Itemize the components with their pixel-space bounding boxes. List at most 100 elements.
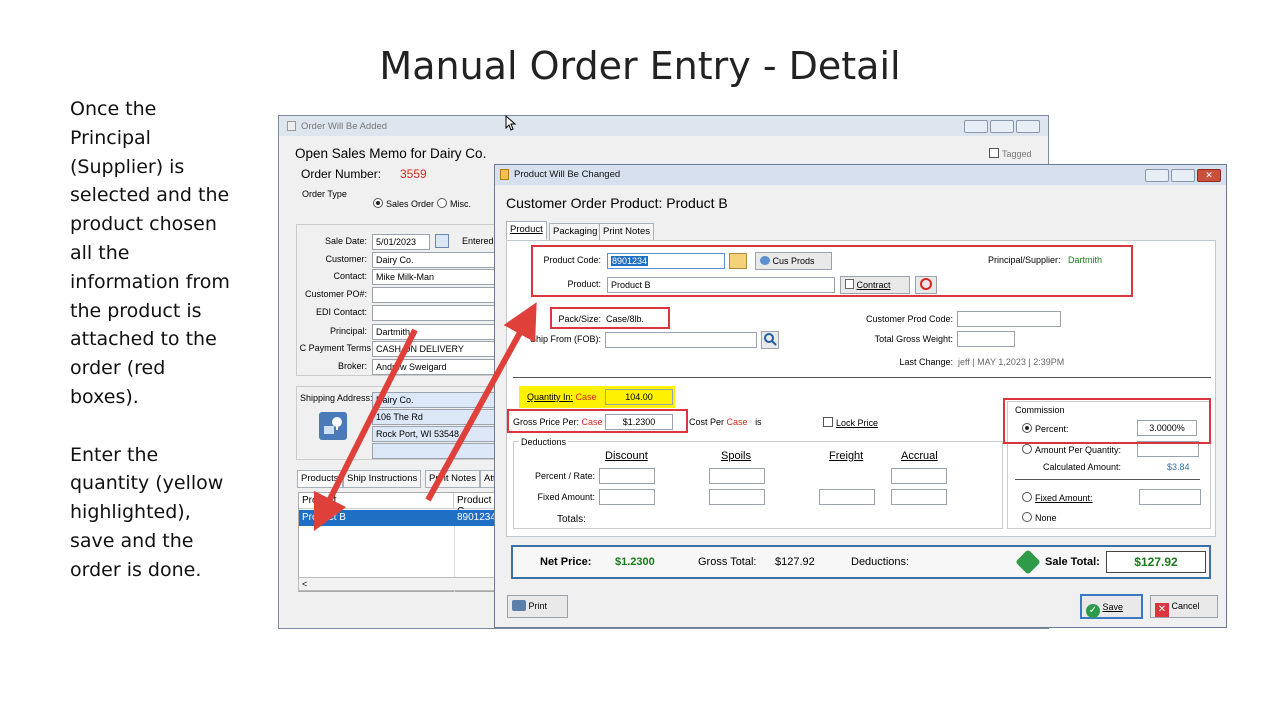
customer-label: Customer: [325, 254, 367, 264]
tagged-label: Tagged [1002, 149, 1032, 159]
order-type-sales-radio[interactable]: Sales Order [373, 198, 434, 209]
order-type-label: Order Type [302, 189, 347, 199]
calculated-amount-value: $3.84 [1167, 462, 1190, 472]
amount-per-quantity-radio[interactable]: Amount Per Quantity: [1022, 444, 1121, 455]
broker-field[interactable]: Andrew Sweigard [372, 359, 496, 375]
percent-rate-label: Percent / Rate: [534, 471, 595, 481]
caption-line: information from [70, 270, 230, 293]
tab-print-notes[interactable]: Print Notes [425, 470, 480, 488]
caption-line: highlighted), [70, 501, 191, 524]
net-price-label: Net Price: [540, 556, 592, 568]
mouse-cursor-icon [505, 115, 517, 131]
ship-address-line1[interactable]: Dairy Co. [372, 392, 496, 408]
slide-caption: Once the Principal (Supplier) is selected a… [70, 95, 270, 585]
grid-cell-product-code: 8901234 [457, 512, 496, 523]
tab-ship-instructions[interactable]: Ship Instructions [343, 470, 422, 488]
tab-print-notes[interactable]: Print Notes [599, 223, 654, 241]
grid-header-product[interactable]: Product [299, 493, 454, 509]
maximize-button[interactable] [990, 120, 1014, 133]
caption-line: order is done. [70, 558, 202, 581]
customer-prod-code-field[interactable] [957, 311, 1061, 327]
calendar-icon[interactable] [435, 234, 449, 248]
gross-total-label: Gross Total: [698, 556, 757, 568]
caption-line: all the [70, 241, 130, 264]
caption-line: Once the [70, 98, 157, 120]
totals-label: Totals: [557, 514, 586, 525]
caption-line: product chosen [70, 213, 217, 236]
edi-contact-label: EDI Contact: [315, 307, 367, 317]
horizontal-scrollbar[interactable]: < [298, 577, 498, 591]
order-number: 3559 [400, 167, 427, 181]
payment-terms-field[interactable]: CASH ON DELIVERY [372, 341, 496, 357]
cost-per-label: Cost Per Case is [689, 417, 762, 427]
caption-line: (Supplier) is [70, 155, 185, 178]
minimize-button[interactable] [964, 120, 988, 133]
total-gross-weight-field[interactable] [957, 331, 1015, 347]
deduction-header-discount: Discount [605, 450, 648, 462]
caption-line: Enter the [70, 443, 159, 466]
freight-fixed-field[interactable] [819, 489, 875, 505]
lock-price-checkbox[interactable]: Lock Price [823, 417, 878, 428]
customer-field[interactable]: Dairy Co. [372, 252, 496, 268]
tab-products[interactable]: Products [297, 470, 343, 488]
payment-terms-label: C Payment Terms [299, 343, 371, 353]
gross-total-value: $127.92 [775, 556, 815, 568]
principal-field[interactable]: Dartmith [372, 324, 496, 340]
product-window-titlebar: Product Will Be Changed ✕ [495, 165, 1226, 185]
ship-from-search-button[interactable] [761, 331, 779, 349]
ship-address-line2[interactable]: 106 The Rd [372, 409, 496, 425]
none-radio[interactable]: None [1022, 512, 1057, 523]
save-button[interactable]: ✓ Save [1080, 594, 1143, 619]
tab-packaging[interactable]: Packaging [549, 223, 602, 241]
commission-fixed-field[interactable] [1139, 489, 1201, 505]
ship-address-line3[interactable]: Rock Port, WI 53548 [372, 426, 496, 442]
grid-cell-product: Product B [302, 512, 346, 523]
tagged-checkbox[interactable]: Tagged [989, 148, 1032, 159]
grid-row-product[interactable]: Product B 8901234 [299, 510, 497, 526]
discount-percent-field[interactable] [599, 468, 655, 484]
deduction-header-freight: Freight [829, 450, 864, 462]
grid-header-product-code[interactable]: Product C [454, 493, 499, 517]
customer-po-field[interactable] [372, 287, 496, 303]
caption-line: selected and the [70, 184, 230, 207]
caption-line: quantity (yellow [70, 472, 224, 495]
accrual-fixed-field[interactable] [891, 489, 947, 505]
broker-label: Broker: [337, 361, 367, 371]
quantity-field[interactable]: 104.00 [605, 389, 673, 405]
close-button[interactable] [1016, 120, 1040, 133]
ship-from-field[interactable] [605, 332, 757, 348]
sale-date-field[interactable]: 5/01/2023 [372, 234, 430, 250]
spoils-percent-field[interactable] [709, 468, 765, 484]
order-type-misc-radio[interactable]: Misc. [437, 198, 471, 209]
sale-total-value: $127.92 [1106, 551, 1206, 573]
edi-contact-field[interactable] [372, 305, 496, 321]
contact-field[interactable]: Mike Milk-Man [372, 269, 496, 285]
product-info-highlight [531, 245, 1133, 297]
minimize-button[interactable] [1145, 169, 1169, 182]
product-window-title: Product Will Be Changed [514, 169, 621, 180]
printer-icon [512, 600, 526, 611]
close-button[interactable]: ✕ [1197, 169, 1221, 182]
window-app-icon [500, 169, 509, 180]
customer-po-label: Customer PO#: [304, 289, 367, 299]
cancel-button[interactable]: ✕ Cancel [1150, 595, 1218, 618]
map-location-icon[interactable] [319, 412, 347, 440]
deduction-header-spoils: Spoils [721, 450, 751, 462]
maximize-button[interactable] [1171, 169, 1195, 182]
last-change-label: Last Change: [899, 357, 953, 367]
order-heading: Open Sales Memo for Dairy Co. [295, 146, 487, 161]
tab-product[interactable]: Product [506, 221, 547, 240]
contact-label: Contact: [333, 271, 367, 281]
commission-fixed-amount-radio[interactable]: Fixed Amount: [1022, 492, 1093, 503]
order-number-label: Order Number: [301, 167, 382, 181]
print-button[interactable]: Print [507, 595, 568, 618]
ship-address-line4[interactable] [372, 443, 496, 459]
window-app-icon [287, 121, 296, 131]
accrual-percent-field[interactable] [891, 468, 947, 484]
cancel-icon: ✕ [1155, 603, 1169, 617]
discount-fixed-field[interactable] [599, 489, 655, 505]
spoils-fixed-field[interactable] [709, 489, 765, 505]
caption-line: order (red [70, 357, 166, 380]
caption-line: attached to the [70, 328, 217, 351]
sale-total-label: Sale Total: [1045, 556, 1100, 568]
